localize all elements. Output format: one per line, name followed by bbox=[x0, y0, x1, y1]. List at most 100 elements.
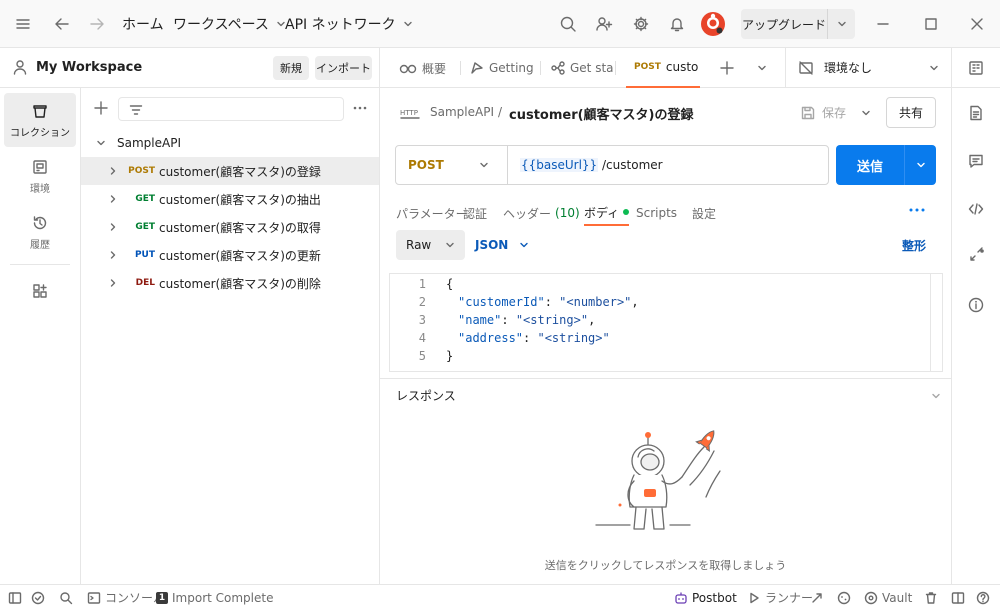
menu-icon[interactable] bbox=[14, 0, 32, 48]
forward-arrow-icon[interactable] bbox=[88, 0, 106, 48]
new-tab-icon[interactable] bbox=[719, 60, 735, 76]
request-item[interactable]: POST customer(顧客マスタ)の登録 bbox=[81, 157, 379, 185]
filter-icon bbox=[129, 105, 143, 115]
collection-filter-input[interactable] bbox=[118, 97, 344, 121]
info-icon[interactable] bbox=[968, 297, 984, 313]
language-select[interactable]: JSON bbox=[475, 230, 530, 260]
tab-overview[interactable]: 概要 bbox=[399, 48, 446, 88]
toggle-sidebar-icon[interactable] bbox=[8, 585, 22, 609]
body-type-select[interactable]: Raw bbox=[396, 230, 465, 260]
workspace-overview-icon[interactable] bbox=[968, 60, 984, 76]
save-label: 保存 bbox=[822, 106, 847, 120]
body-editor[interactable]: 1 2 3 4 5 { "customerId": "<number>", "n… bbox=[389, 273, 943, 372]
request-item[interactable]: DEL customer(顧客マスタ)の削除 bbox=[81, 269, 379, 297]
comments-icon[interactable] bbox=[968, 153, 984, 169]
tab-body[interactable]: ボディ bbox=[584, 200, 630, 226]
import-button[interactable]: インポート bbox=[315, 56, 372, 80]
postbot-button[interactable]: Postbot bbox=[674, 585, 737, 609]
tab-scripts[interactable]: Scripts bbox=[636, 200, 677, 226]
tab-settings[interactable]: 設定 bbox=[692, 200, 716, 226]
runner-button[interactable]: ランナー bbox=[747, 585, 813, 609]
back-arrow-icon[interactable] bbox=[53, 0, 71, 48]
invite-user-icon[interactable] bbox=[595, 0, 613, 48]
more-options-icon[interactable] bbox=[351, 100, 369, 116]
tab-authorization[interactable]: 認証 bbox=[463, 200, 487, 226]
tab-request-customer[interactable]: POST custo bbox=[626, 48, 700, 88]
method-badge: POST bbox=[128, 166, 155, 176]
find-replace-icon[interactable] bbox=[59, 585, 73, 609]
workspaces-label: ワークスペース bbox=[173, 17, 269, 33]
sidebar-item-collections[interactable]: コレクション bbox=[4, 93, 76, 147]
tab-get-started[interactable]: Get sta bbox=[551, 48, 614, 88]
tab-label: Getting bbox=[489, 61, 534, 75]
share-button[interactable]: 共有 bbox=[886, 97, 936, 128]
send-button[interactable]: 送信 bbox=[836, 145, 936, 185]
request-name: customer(顧客マスタ)の登録 bbox=[159, 164, 321, 179]
url-input[interactable]: {{baseUrl}} /customer bbox=[508, 146, 828, 184]
cookies-icon[interactable] bbox=[837, 585, 851, 609]
tab-headers[interactable]: ヘッダー (10) bbox=[503, 200, 580, 226]
upgrade-button[interactable]: アップグレード bbox=[741, 9, 855, 39]
tab-params[interactable]: パラメーター bbox=[396, 200, 468, 226]
maximize-icon[interactable] bbox=[924, 0, 938, 48]
request-name: customer(顧客マスタ)の削除 bbox=[159, 276, 321, 291]
proxy-icon[interactable] bbox=[810, 585, 824, 609]
beautify-button[interactable]: 整形 bbox=[902, 237, 926, 254]
sidebar-item-configure[interactable] bbox=[4, 264, 76, 318]
method-select[interactable]: POST bbox=[396, 146, 508, 184]
json-key: "address" bbox=[458, 331, 524, 345]
search-icon[interactable] bbox=[559, 0, 577, 48]
language-label: JSON bbox=[475, 238, 509, 252]
related-collections-icon[interactable] bbox=[968, 247, 986, 265]
environment-label: 環境なし bbox=[824, 61, 873, 75]
overview-icon bbox=[399, 64, 417, 74]
environment-selector[interactable]: 環境なし bbox=[785, 48, 951, 88]
minimize-icon[interactable] bbox=[876, 0, 890, 48]
tab-label: 概要 bbox=[422, 61, 447, 76]
collection-item-sampleapi[interactable]: SampleAPI bbox=[81, 129, 379, 157]
layout-icon[interactable] bbox=[951, 585, 965, 609]
breadcrumb-parent[interactable]: SampleAPI bbox=[430, 105, 494, 119]
documentation-icon[interactable] bbox=[968, 105, 984, 121]
chevron-down-icon[interactable] bbox=[930, 390, 942, 402]
notifications-bell-icon[interactable] bbox=[668, 0, 686, 48]
vault-button[interactable]: Vault bbox=[864, 585, 912, 609]
trash-icon[interactable] bbox=[924, 585, 938, 609]
chevron-down-icon[interactable] bbox=[756, 62, 768, 74]
chevron-right-icon bbox=[110, 195, 116, 203]
chevron-down-icon[interactable] bbox=[828, 18, 855, 30]
flow-icon bbox=[551, 61, 565, 75]
tab-label: ボディ bbox=[584, 205, 620, 220]
body-type-label: Raw bbox=[406, 238, 432, 252]
request-item[interactable]: GET customer(顧客マスタ)の抽出 bbox=[81, 185, 379, 213]
code-line: } bbox=[446, 349, 453, 363]
avatar[interactable] bbox=[700, 0, 726, 48]
editor-scrollbar[interactable] bbox=[930, 274, 942, 371]
tab-getting-started[interactable]: Getting bbox=[470, 48, 534, 88]
online-status-icon[interactable] bbox=[31, 585, 45, 609]
request-item[interactable]: GET customer(顧客マスタ)の取得 bbox=[81, 213, 379, 241]
home-link[interactable]: ホーム bbox=[122, 0, 164, 48]
line-number: 3 bbox=[418, 313, 426, 327]
divider bbox=[460, 61, 461, 75]
api-network-menu[interactable]: API ネットワーク bbox=[285, 0, 414, 48]
sidebar-item-environments[interactable]: 環境 bbox=[4, 149, 76, 203]
new-button[interactable]: 新規 bbox=[273, 56, 309, 80]
add-icon[interactable] bbox=[93, 100, 109, 116]
divider bbox=[615, 61, 616, 75]
help-icon[interactable] bbox=[976, 585, 990, 609]
console-button[interactable]: コンソール bbox=[87, 585, 165, 609]
code-icon[interactable] bbox=[968, 201, 984, 217]
save-button[interactable]: 保存 bbox=[800, 104, 846, 121]
more-options-icon[interactable] bbox=[908, 206, 926, 214]
import-status[interactable]: 1 Import Complete bbox=[156, 585, 273, 609]
settings-gear-icon[interactable] bbox=[632, 0, 650, 48]
method-badge: GET bbox=[135, 194, 155, 204]
workspaces-menu[interactable]: ワークスペース bbox=[173, 0, 287, 48]
chevron-down-icon[interactable] bbox=[905, 159, 936, 171]
chevron-down-icon[interactable] bbox=[860, 107, 872, 119]
sidebar-item-history[interactable]: 履歴 bbox=[4, 205, 76, 259]
sidebar-item-label: 履歴 bbox=[30, 239, 50, 251]
request-item[interactable]: PUT customer(顧客マスタ)の更新 bbox=[81, 241, 379, 269]
close-icon[interactable] bbox=[970, 0, 984, 48]
